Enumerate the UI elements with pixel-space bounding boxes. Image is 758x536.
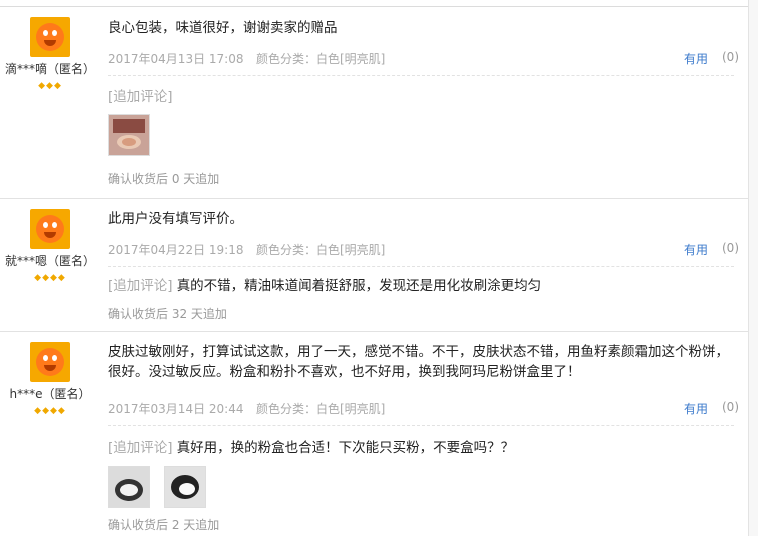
review-date: 2017年04月13日 17:08 — [108, 52, 244, 66]
review-item: 滴***嘀（匿名） ◆◆◆ 良心包装，味道很好，谢谢卖家的赠品 2017年04月… — [0, 7, 748, 199]
append-days: 确认收货后 0 天追加 — [108, 172, 220, 186]
review-meta: 2017年04月13日 17:08 颜色分类：白色[明亮肌] 有用 (0) — [108, 50, 739, 68]
review-item: 就***嗯（匿名） ◆◆◆◆ 此用户没有填写评价。 2017年04月22日 19… — [0, 199, 748, 332]
avatar[interactable] — [30, 17, 70, 57]
review-content: 皮肤过敏刚好，打算试试这款，用了一天，感觉不错。不干，皮肤状态不错，用鱼籽素颜霜… — [108, 342, 739, 536]
review-text: 皮肤过敏刚好，打算试试这款，用了一天，感觉不错。不干，皮肤状态不错，用鱼籽素颜霜… — [108, 344, 729, 380]
reviewer-name: 就***嗯（匿名） — [4, 254, 95, 268]
review-date: 2017年04月22日 19:18 — [108, 243, 244, 257]
divider — [108, 266, 734, 267]
useful-count: (0) — [722, 400, 739, 414]
review-date: 2017年03月14日 20:44 — [108, 402, 244, 416]
reviewer-info: 滴***嘀（匿名） ◆◆◆ — [0, 17, 100, 91]
reviewer-level-icon: ◆◆◆◆ — [34, 273, 66, 283]
review-text: 此用户没有填写评价。 — [108, 211, 243, 227]
reviewer-level-icon: ◆◆◆◆ — [34, 406, 66, 416]
append-label: [追加评论] — [108, 278, 173, 294]
append-review: [追加评论] 真的不错，精油味道闻着挺舒服，发现还是用化妆刷涂更均匀 — [108, 274, 541, 294]
review-meta: 2017年03月14日 20:44 颜色分类：白色[明亮肌] 有用 (0) — [108, 400, 739, 418]
reviewer-info: 就***嗯（匿名） ◆◆◆◆ — [0, 209, 100, 283]
divider — [108, 425, 734, 426]
append-label: [追加评论] — [108, 440, 173, 456]
append-review: [追加评论] — [108, 85, 173, 105]
append-days: 确认收货后 32 天追加 — [108, 307, 227, 321]
useful-count: (0) — [722, 241, 739, 255]
sku-info: 颜色分类：白色[明亮肌] — [256, 52, 386, 66]
reviewer-info: h***e（匿名） ◆◆◆◆ — [0, 342, 100, 416]
divider — [108, 75, 734, 76]
scrollbar[interactable] — [749, 0, 758, 536]
useful-count: (0) — [722, 50, 739, 64]
append-review: [追加评论] 真好用，换的粉盒也合适！下次能只买粉，不要盒吗？？ — [108, 436, 514, 456]
photo-list — [108, 114, 160, 158]
review-meta: 2017年04月22日 19:18 颜色分类：白色[明亮肌] 有用 (0) — [108, 241, 739, 259]
review-text: 良心包装，味道很好，谢谢卖家的赠品 — [108, 20, 338, 36]
review-content: 良心包装，味道很好，谢谢卖家的赠品 2017年04月13日 17:08 颜色分类… — [108, 18, 739, 196]
append-text: 真的不错，精油味道闻着挺舒服，发现还是用化妆刷涂更均匀 — [176, 278, 542, 294]
reviewer-name: 滴***嘀（匿名） — [4, 62, 95, 76]
append-label: [追加评论] — [108, 89, 173, 105]
avatar[interactable] — [30, 209, 70, 249]
sku-info: 颜色分类：白色[明亮肌] — [256, 243, 386, 257]
review-photo[interactable] — [108, 114, 150, 156]
reviewer-level-icon: ◆◆◆ — [38, 81, 62, 91]
useful-button[interactable]: 有用 — [684, 400, 708, 417]
reviewer-name: h***e（匿名） — [9, 387, 91, 401]
top-divider — [0, 0, 748, 7]
useful-button[interactable]: 有用 — [684, 50, 708, 67]
photo-list — [108, 466, 216, 510]
avatar[interactable] — [30, 342, 70, 382]
append-text: 真好用，换的粉盒也合适！下次能只买粉，不要盒吗？？ — [176, 440, 515, 456]
useful-button[interactable]: 有用 — [684, 241, 708, 258]
review-content: 此用户没有填写评价。 2017年04月22日 19:18 颜色分类：白色[明亮肌… — [108, 209, 739, 329]
append-days: 确认收货后 2 天追加 — [108, 518, 220, 532]
review-photo[interactable] — [164, 466, 207, 508]
review-photo[interactable] — [108, 466, 150, 508]
review-item: h***e（匿名） ◆◆◆◆ 皮肤过敏刚好，打算试试这款，用了一天，感觉不错。不… — [0, 332, 748, 536]
sku-info: 颜色分类：白色[明亮肌] — [256, 402, 386, 416]
